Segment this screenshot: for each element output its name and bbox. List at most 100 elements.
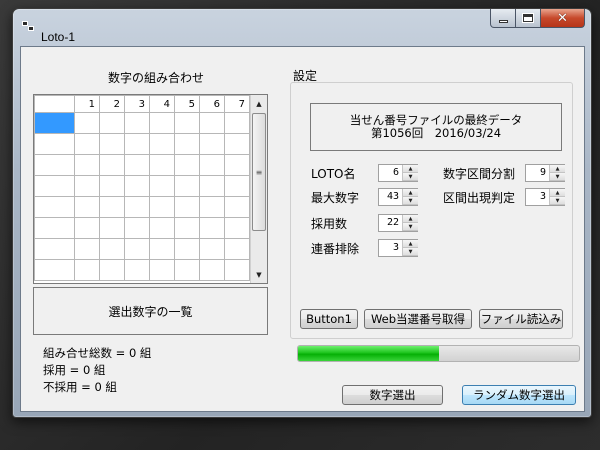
grid-cell[interactable] — [74, 133, 100, 155]
grid-cell[interactable] — [224, 259, 250, 281]
combination-grid[interactable]: 1 2 3 4 5 6 7 ▲ ≡ ▼ — [33, 94, 268, 284]
grid-cell[interactable] — [74, 175, 100, 197]
grid-row[interactable] — [34, 238, 250, 260]
adopt-count-spinner[interactable]: 22 ▲ ▼ — [378, 214, 418, 232]
web-fetch-button[interactable]: Web当選番号取得 — [364, 309, 472, 329]
grid-cell[interactable] — [99, 154, 125, 176]
grid-cell[interactable] — [99, 217, 125, 239]
range-judge-spinner[interactable]: 3 ▲ ▼ — [525, 188, 565, 206]
grid-cell[interactable] — [174, 217, 200, 239]
grid-row-header-cell[interactable] — [34, 133, 75, 155]
grid-cell[interactable] — [199, 217, 225, 239]
grid-cell[interactable] — [124, 133, 150, 155]
grid-cell[interactable] — [99, 112, 125, 134]
button1[interactable]: Button1 — [300, 309, 358, 329]
spin-down-icon[interactable]: ▼ — [550, 173, 565, 181]
grid-cell[interactable] — [124, 154, 150, 176]
grid-cell[interactable] — [149, 133, 175, 155]
grid-cell[interactable] — [174, 154, 200, 176]
consecutive-exclude-spinner[interactable]: 3 ▲ ▼ — [378, 239, 418, 257]
grid-cell[interactable] — [149, 238, 175, 260]
minimize-button[interactable] — [490, 9, 516, 28]
grid-row[interactable] — [34, 196, 250, 218]
grid-row-header-cell[interactable] — [34, 196, 75, 218]
grid-cell[interactable] — [74, 154, 100, 176]
grid-cell[interactable] — [124, 112, 150, 134]
spin-up-icon[interactable]: ▲ — [403, 189, 418, 197]
range-divide-spinner[interactable]: 9 ▲ ▼ — [525, 164, 565, 182]
grid-cell[interactable] — [99, 259, 125, 281]
selected-numbers-list[interactable]: 選出数字の一覧 — [33, 287, 268, 335]
spin-up-icon[interactable]: ▲ — [403, 165, 418, 173]
grid-cell[interactable] — [149, 154, 175, 176]
spin-up-icon[interactable]: ▲ — [550, 165, 565, 173]
grid-cell[interactable] — [224, 217, 250, 239]
spin-down-icon[interactable]: ▼ — [550, 197, 565, 205]
grid-cell[interactable] — [149, 112, 175, 134]
grid-cell[interactable] — [74, 112, 100, 134]
grid-cell[interactable] — [199, 133, 225, 155]
grid-row-header-cell[interactable] — [34, 238, 75, 260]
grid-cell[interactable] — [149, 175, 175, 197]
grid-column-header[interactable]: 6 — [199, 95, 225, 113]
grid-cell[interactable] — [149, 259, 175, 281]
grid-column-header[interactable]: 3 — [124, 95, 150, 113]
random-select-button[interactable]: ランダム数字選出 — [462, 385, 576, 405]
grid-cell[interactable] — [199, 175, 225, 197]
grid-vertical-scrollbar[interactable]: ▲ ≡ ▼ — [250, 95, 267, 283]
spin-down-icon[interactable]: ▼ — [403, 223, 418, 231]
scroll-down-arrow-icon[interactable]: ▼ — [251, 266, 267, 283]
grid-row[interactable] — [34, 112, 250, 134]
grid-cell[interactable] — [124, 217, 150, 239]
grid-cell[interactable] — [124, 238, 150, 260]
grid-cell[interactable] — [74, 259, 100, 281]
scroll-up-arrow-icon[interactable]: ▲ — [251, 95, 267, 112]
grid-cell[interactable] — [224, 154, 250, 176]
scroll-thumb[interactable]: ≡ — [252, 113, 266, 231]
grid-row-header-cell[interactable] — [34, 217, 75, 239]
title-bar[interactable]: Loto-1 ✕ — [13, 9, 591, 44]
grid-cell[interactable] — [74, 196, 100, 218]
file-load-button[interactable]: ファイル読込み — [479, 309, 563, 329]
grid-cell[interactable] — [149, 196, 175, 218]
grid-cell[interactable] — [199, 259, 225, 281]
grid-cell[interactable] — [199, 154, 225, 176]
grid-cell[interactable] — [99, 133, 125, 155]
maximize-button[interactable] — [516, 9, 541, 28]
grid-cell[interactable] — [99, 175, 125, 197]
select-numbers-button[interactable]: 数字選出 — [342, 385, 443, 405]
grid-cell[interactable] — [174, 238, 200, 260]
grid-column-header[interactable]: 1 — [74, 95, 100, 113]
spin-up-icon[interactable]: ▲ — [403, 240, 418, 248]
grid-cell[interactable] — [224, 238, 250, 260]
grid-cell[interactable] — [74, 238, 100, 260]
grid-cell[interactable] — [124, 259, 150, 281]
grid-cell[interactable] — [199, 238, 225, 260]
grid-cell[interactable] — [199, 196, 225, 218]
grid-cell[interactable] — [99, 238, 125, 260]
grid-cell[interactable] — [124, 196, 150, 218]
grid-cell[interactable] — [224, 175, 250, 197]
grid-cell[interactable] — [174, 259, 200, 281]
grid-row[interactable] — [34, 175, 250, 197]
combination-table[interactable]: 1 2 3 4 5 6 7 — [34, 95, 250, 281]
spin-up-icon[interactable]: ▲ — [403, 215, 418, 223]
grid-cell[interactable] — [174, 196, 200, 218]
grid-row[interactable] — [34, 154, 250, 176]
spin-down-icon[interactable]: ▼ — [403, 248, 418, 256]
loto-name-spinner[interactable]: 6 ▲ ▼ — [378, 164, 418, 182]
grid-row-header-cell[interactable] — [34, 175, 75, 197]
grid-cell[interactable] — [74, 217, 100, 239]
spin-down-icon[interactable]: ▼ — [403, 173, 418, 181]
grid-cell[interactable] — [99, 196, 125, 218]
grid-cell[interactable] — [224, 133, 250, 155]
grid-row[interactable] — [34, 259, 250, 281]
grid-column-header[interactable]: 7 — [224, 95, 250, 113]
grid-column-header[interactable]: 5 — [174, 95, 200, 113]
grid-cell[interactable] — [174, 175, 200, 197]
grid-cell[interactable] — [174, 112, 200, 134]
grid-row-header-cell[interactable] — [34, 112, 75, 134]
grid-cell[interactable] — [199, 112, 225, 134]
grid-row-header-cell[interactable] — [34, 259, 75, 281]
grid-cell[interactable] — [224, 196, 250, 218]
